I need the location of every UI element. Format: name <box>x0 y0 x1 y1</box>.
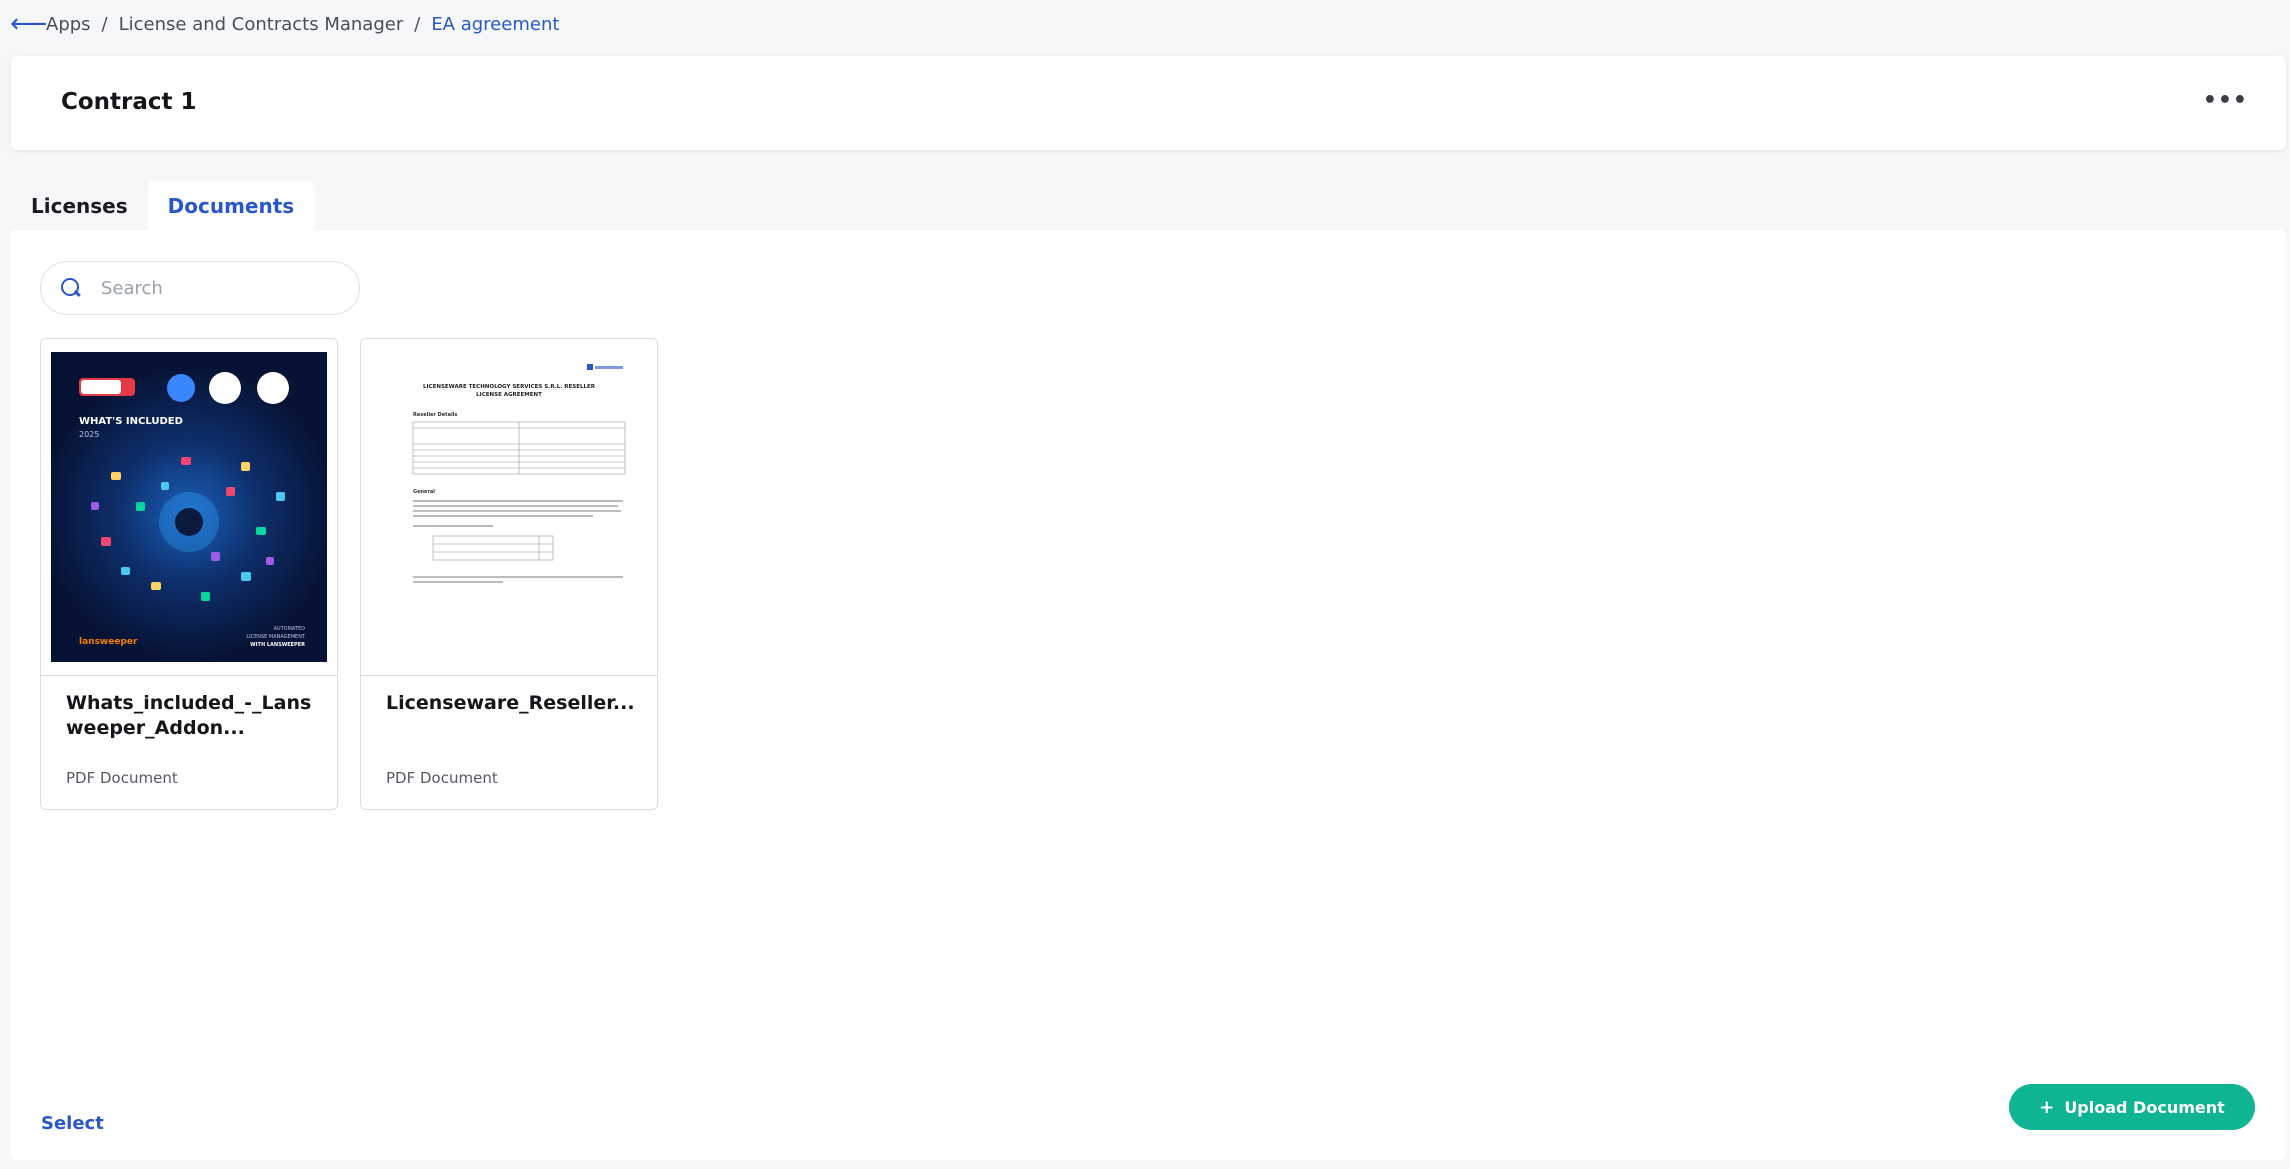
page-heading-line: LICENSE AGREEMENT <box>476 392 542 398</box>
ellipsis-icon[interactable]: ••• <box>2203 88 2248 113</box>
document-name: Whats_included_-_Lansweeper_Addon... <box>66 692 312 739</box>
search-icon <box>59 276 83 300</box>
agreement-page-image: LICENSEWARE TECHNOLOGY SERVICES S.R.L. R… <box>371 352 647 662</box>
upload-document-label: Upload Document <box>2064 1097 2225 1117</box>
page-section-title: Reseller Details <box>413 412 457 418</box>
search-box[interactable] <box>40 261 360 315</box>
breadcrumb-separator: / <box>101 13 108 35</box>
breadcrumb: ⟵ Apps / License and Contracts Manager /… <box>10 0 559 48</box>
document-thumbnail: LICENSEWARE TECHNOLOGY SERVICES S.R.L. R… <box>361 339 657 676</box>
document-name: Licenseware_Reseller... <box>386 692 635 714</box>
tab-documents[interactable]: Documents <box>147 181 315 231</box>
select-button[interactable]: Select <box>41 1113 104 1134</box>
tab-bar: Licenses Documents <box>11 181 315 231</box>
document-type: PDF Document <box>66 769 178 787</box>
document-card[interactable]: WHAT'S INCLUDED 2025 lansweeper AUTOMATE… <box>40 338 338 810</box>
page-section-title: General <box>413 489 435 495</box>
tab-licenses[interactable]: Licenses <box>11 181 148 231</box>
cover-footer-line: AUTOMATED <box>274 626 306 632</box>
upload-document-button[interactable]: + Upload Document <box>2009 1084 2255 1130</box>
breadcrumb-separator: / <box>414 13 421 35</box>
document-thumbnail: WHAT'S INCLUDED 2025 lansweeper AUTOMATE… <box>41 339 337 676</box>
page-title: Contract 1 <box>61 89 197 115</box>
arrow-left-icon[interactable]: ⟵ <box>10 11 47 37</box>
contract-header: Contract 1 ••• <box>11 56 2286 150</box>
breadcrumb-license-contracts-manager[interactable]: License and Contracts Manager <box>119 14 404 35</box>
cover-footer-line: WITH LANSWEEPER <box>250 642 305 648</box>
cover-year: 2025 <box>79 430 99 439</box>
document-type: PDF Document <box>386 769 498 787</box>
search-input[interactable] <box>99 276 323 300</box>
brochure-cover-image: WHAT'S INCLUDED 2025 lansweeper AUTOMATE… <box>51 352 327 662</box>
documents-panel: WHAT'S INCLUDED 2025 lansweeper AUTOMATE… <box>11 230 2286 1160</box>
document-card[interactable]: LICENSEWARE TECHNOLOGY SERVICES S.R.L. R… <box>360 338 658 810</box>
breadcrumb-current: EA agreement <box>431 13 560 35</box>
plus-icon: + <box>2039 1096 2055 1118</box>
breadcrumb-apps[interactable]: Apps <box>46 14 91 35</box>
page-heading-line: LICENSEWARE TECHNOLOGY SERVICES S.R.L. R… <box>423 384 596 390</box>
cover-heading: WHAT'S INCLUDED <box>79 416 183 427</box>
cover-brand: lansweeper <box>79 637 138 647</box>
cover-footer-line: LICENSE MANAGEMENT <box>246 634 306 640</box>
